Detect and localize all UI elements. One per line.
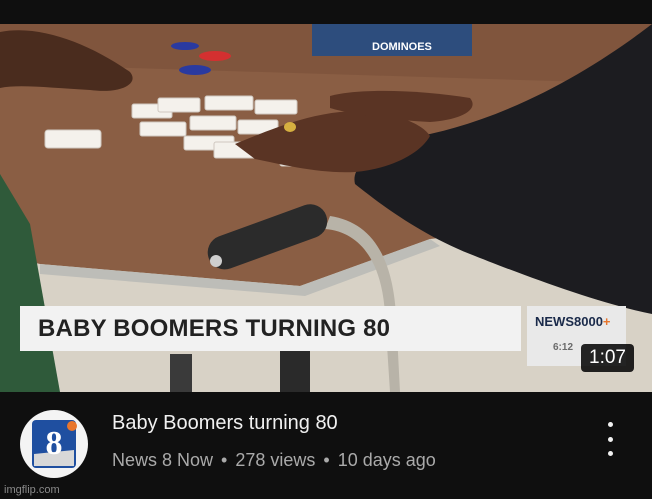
- lower-third-text: BABY BOOMERS TURNING 80: [38, 314, 391, 342]
- upload-age: 10 days ago: [337, 450, 436, 470]
- station-clock: 6:12: [553, 342, 574, 353]
- more-vertical-icon[interactable]: [598, 422, 622, 456]
- domino-box-label: DOMINOES: [372, 41, 432, 53]
- station-brand-text: NEWS: [535, 314, 574, 329]
- station-plus: +: [602, 314, 611, 329]
- video-meta: News 8 Now • 278 views • 10 days ago: [112, 450, 436, 471]
- channel-name[interactable]: News 8 Now: [112, 450, 213, 470]
- channel-avatar[interactable]: 8: [20, 410, 88, 478]
- video-info: 8 Baby Boomers turning 80 News 8 Now • 278…: [0, 392, 652, 499]
- lower-third-banner: BABY BOOMERS TURNING 80: [20, 306, 521, 351]
- logo-mark: 8: [46, 425, 63, 462]
- view-count: 278 views: [235, 450, 316, 470]
- station-brand: NEWS8000+: [535, 314, 611, 329]
- watermark: imgflip.com: [4, 484, 60, 496]
- separator-dot: •: [221, 450, 228, 470]
- news8-logo-icon: 8: [32, 420, 77, 468]
- duration-badge: 1:07: [581, 344, 634, 372]
- video-thumbnail[interactable]: DOMINOES BABY BOOMERS TURNING 80 NEWS800…: [0, 24, 652, 392]
- video-title[interactable]: Baby Boomers turning 80: [112, 412, 338, 435]
- station-number: 8000: [574, 314, 603, 329]
- separator-dot: •: [323, 450, 330, 470]
